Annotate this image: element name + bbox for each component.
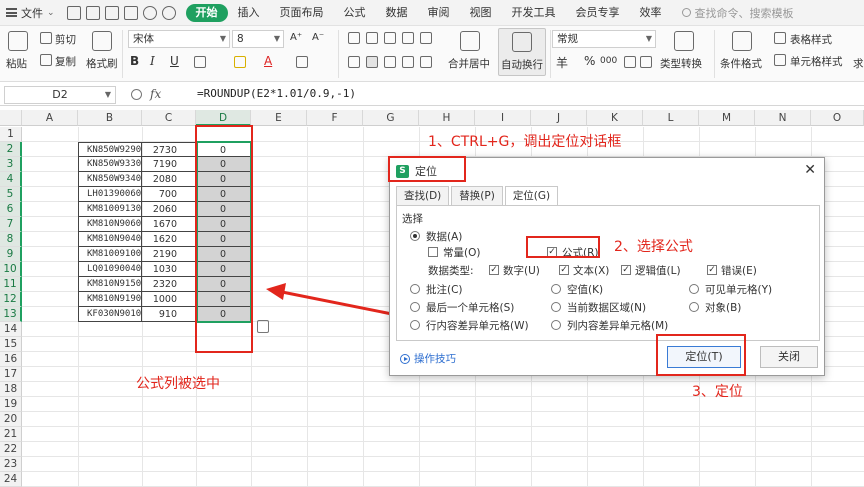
- text-checkbox[interactable]: ✓: [559, 265, 569, 275]
- annotation-step2: 2、选择公式: [614, 239, 693, 255]
- number-label: 数字(U): [503, 265, 540, 277]
- group-label: 选择: [402, 213, 423, 225]
- tab-find[interactable]: 查找(D): [396, 186, 450, 205]
- close-button[interactable]: 关闭: [760, 346, 818, 368]
- tips-label: 操作技巧: [414, 353, 456, 365]
- text-label: 文本(X): [573, 265, 610, 277]
- col-diff-label: 列内容差异单元格(M): [567, 320, 669, 332]
- tab-goto[interactable]: 定位(G): [504, 186, 559, 206]
- number-checkbox[interactable]: ✓: [489, 265, 499, 275]
- goto-dialog: S 定位 ✕ 查找(D) 替换(P) 定位(G) 选择 数据(A) 常量(O) …: [389, 157, 825, 376]
- tab-replace[interactable]: 替换(P): [451, 186, 503, 205]
- error-label: 错误(E): [721, 265, 757, 277]
- comment-radio[interactable]: [410, 284, 420, 294]
- close-icon[interactable]: ✕: [804, 162, 816, 178]
- current-region-label: 当前数据区域(N): [567, 302, 647, 314]
- data-radio-label: 数据(A): [426, 231, 463, 243]
- row-diff-radio[interactable]: [410, 320, 420, 330]
- constant-checkbox[interactable]: [428, 247, 438, 257]
- data-type-label: 数据类型:: [428, 265, 474, 277]
- row-diff-label: 行内容差异单元格(W): [426, 320, 529, 332]
- current-region-radio[interactable]: [551, 302, 561, 312]
- visible-cells-radio[interactable]: [689, 284, 699, 294]
- blank-radio[interactable]: [551, 284, 561, 294]
- col-diff-radio[interactable]: [551, 320, 561, 330]
- logical-label: 逻辑值(L): [635, 265, 681, 277]
- goto-panel: 选择 数据(A) 常量(O) ✓ 公式(R) 数据类型: ✓ 数字(U) ✓ 文…: [396, 205, 820, 341]
- objects-radio[interactable]: [689, 302, 699, 312]
- last-cell-label: 最后一个单元格(S): [426, 302, 515, 314]
- data-radio[interactable]: [410, 231, 420, 241]
- annotation-step3: 3、定位: [692, 384, 743, 400]
- annotation-formula-box: [526, 236, 600, 258]
- last-cell-radio[interactable]: [410, 302, 420, 312]
- constant-label: 常量(O): [443, 247, 481, 259]
- annotation-title-box: [388, 156, 466, 182]
- tips-link[interactable]: 操作技巧: [400, 351, 456, 366]
- play-icon: [400, 353, 410, 364]
- annotation-goto-box: [656, 334, 746, 376]
- visible-cells-label: 可见单元格(Y): [705, 284, 773, 296]
- error-checkbox[interactable]: ✓: [707, 265, 717, 275]
- objects-label: 对象(B): [705, 302, 742, 314]
- logical-checkbox[interactable]: ✓: [621, 265, 631, 275]
- blank-label: 空值(K): [567, 284, 604, 296]
- comment-label: 批注(C): [426, 284, 463, 296]
- dialog-tabs: 查找(D) 替换(P) 定位(G): [396, 186, 560, 206]
